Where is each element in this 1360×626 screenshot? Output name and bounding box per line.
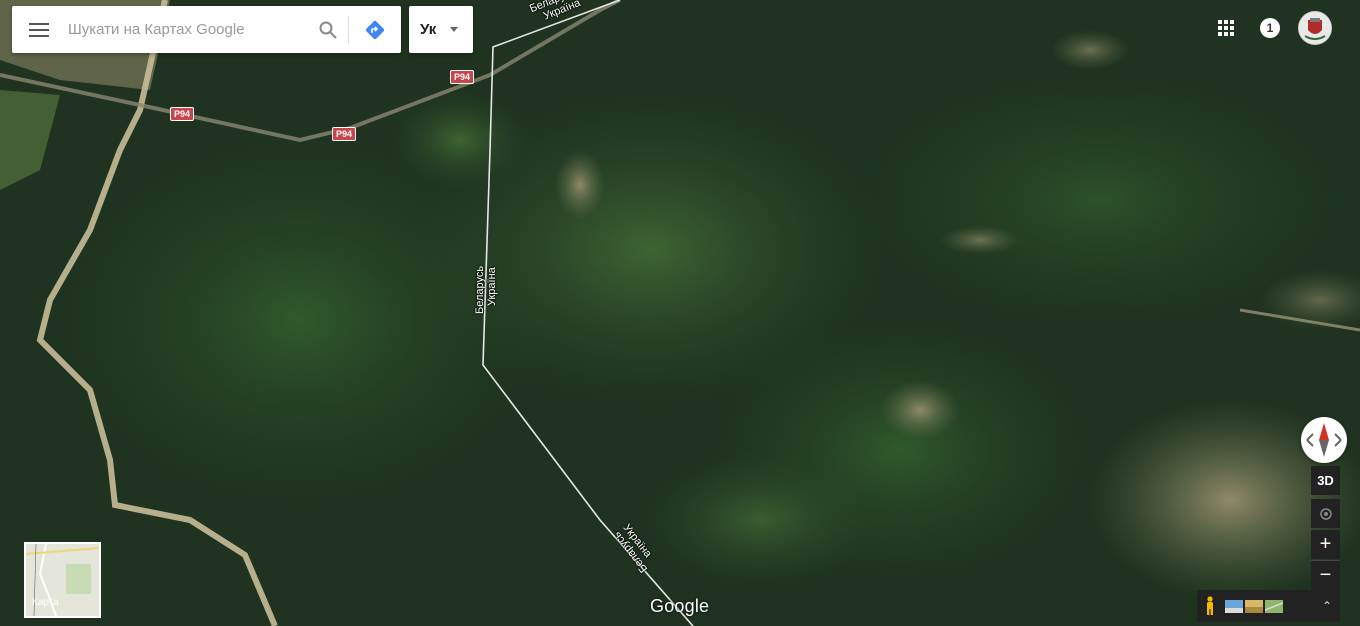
- 3d-toggle-button[interactable]: 3D: [1311, 466, 1340, 495]
- border-label-middle: Беларусь Україна: [474, 266, 498, 314]
- road-shield-p94-right: P94: [450, 70, 475, 84]
- my-location-button[interactable]: [1311, 499, 1340, 528]
- search-button[interactable]: [308, 6, 348, 53]
- google-logo: Google: [650, 596, 710, 616]
- zoom-out-button[interactable]: −: [1311, 560, 1340, 590]
- expand-chevron-icon[interactable]: ⌃: [1322, 599, 1332, 613]
- road-shield-p94-left: P94: [170, 107, 195, 121]
- apps-grid-icon[interactable]: [1216, 18, 1236, 38]
- directions-button[interactable]: [349, 6, 401, 53]
- language-dropdown[interactable]: Ук: [409, 6, 473, 53]
- road-shield-p94-middle: P94: [332, 127, 357, 141]
- search-icon: [319, 21, 337, 39]
- border-label-middle-south: Україна: [486, 267, 498, 306]
- my-location-icon: [1319, 507, 1332, 520]
- search-input[interactable]: [66, 13, 308, 46]
- border-label-middle-north: Беларусь: [474, 265, 486, 314]
- pegman-icon: [1207, 596, 1213, 615]
- directions-icon: [365, 20, 385, 39]
- pegman-button[interactable]: [1197, 590, 1223, 622]
- satellite-map[interactable]: [0, 0, 1360, 626]
- imagery-thumbnail-terrain-icon[interactable]: [1245, 599, 1263, 613]
- notifications-badge[interactable]: 1: [1260, 18, 1280, 38]
- avatar[interactable]: [1298, 11, 1332, 45]
- imagery-thumbnail-satellite-icon[interactable]: [1265, 599, 1283, 613]
- imagery-bar: ⌃: [1197, 590, 1340, 622]
- caret-down-icon: [450, 27, 459, 32]
- compass-button[interactable]: [1301, 417, 1347, 463]
- zoom-in-button[interactable]: +: [1311, 530, 1340, 559]
- menu-button[interactable]: [12, 6, 66, 53]
- imagery-thumbnail-sky-icon[interactable]: [1225, 599, 1243, 613]
- avatar-crest-icon: [1299, 12, 1331, 44]
- compass-icon: [1306, 423, 1342, 457]
- language-label: Ук: [420, 21, 437, 38]
- hamburger-menu-icon: [29, 22, 49, 37]
- minimap-toggle[interactable]: Карта: [24, 542, 101, 618]
- minimap-label: Карта: [32, 597, 59, 608]
- search-box: [12, 6, 401, 53]
